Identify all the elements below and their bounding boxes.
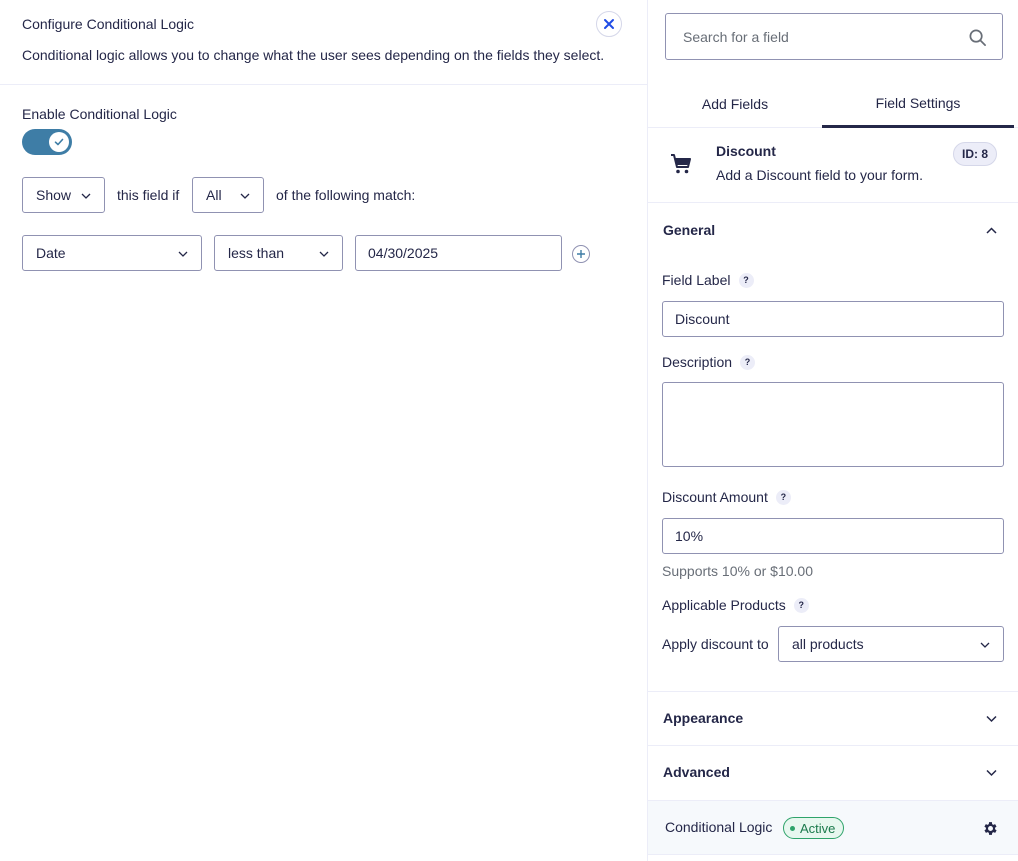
field-info-card: Discount Add a Discount field to your fo…: [648, 128, 1018, 203]
discount-amount-input[interactable]: 10%: [662, 518, 1004, 554]
sidebar-tabs: Add Fields Field Settings: [648, 80, 1018, 128]
rule-operator-select[interactable]: less than: [214, 235, 343, 271]
discount-amount-label: Discount Amount ?: [662, 489, 791, 505]
description-text: Description: [662, 354, 733, 370]
applicable-products-text: Applicable Products: [662, 597, 786, 613]
rule-field-select[interactable]: Date: [22, 235, 202, 271]
panel-header: Configure Conditional Logic Conditional …: [0, 0, 647, 85]
general-section-title: General: [663, 222, 716, 238]
advanced-section-toggle[interactable]: Advanced: [648, 745, 1018, 799]
advanced-section-title: Advanced: [663, 764, 730, 780]
match-select[interactable]: All: [192, 177, 264, 213]
rule-value-input[interactable]: 04/30/2025: [355, 235, 562, 271]
apply-discount-value: all products: [792, 636, 864, 652]
help-icon[interactable]: ?: [738, 272, 754, 288]
description-textarea[interactable]: [662, 382, 1004, 467]
help-icon[interactable]: ?: [740, 354, 756, 370]
discount-amount-value: 10%: [675, 528, 704, 544]
toggle-knob: [49, 132, 69, 152]
description-label: Description ?: [662, 354, 756, 370]
search-placeholder: Search for a field: [683, 28, 789, 45]
search-icon: [969, 29, 986, 46]
plus-icon: [577, 250, 585, 258]
this-field-if-text: this field if: [117, 187, 180, 203]
conditional-logic-panel: Configure Conditional Logic Conditional …: [0, 0, 648, 861]
close-icon: [604, 19, 614, 29]
conditional-logic-bar[interactable]: Conditional Logic Active: [648, 800, 1018, 855]
field-label-value: Discount: [675, 311, 730, 327]
field-id-badge: ID: 8: [953, 142, 998, 166]
field-label-input[interactable]: Discount: [662, 301, 1004, 337]
applicable-products-label: Applicable Products ?: [662, 597, 809, 613]
help-icon[interactable]: ?: [775, 489, 791, 505]
field-type-name: Discount: [716, 143, 776, 159]
cart-icon: [671, 154, 691, 174]
status-text: Active: [800, 820, 836, 836]
general-section-toggle[interactable]: General: [648, 203, 1018, 257]
rule-operator-value: less than: [228, 245, 285, 261]
conditional-logic-label: Conditional Logic: [665, 819, 773, 835]
following-match-text: of the following match:: [276, 187, 416, 203]
chevron-down-icon: [240, 193, 250, 199]
field-label-text: Field Label: [662, 272, 731, 288]
apply-discount-select[interactable]: all products: [778, 626, 1004, 662]
field-label-label: Field Label ?: [662, 272, 754, 288]
check-icon: [54, 138, 64, 146]
chevron-down-icon: [986, 769, 997, 777]
panel-title: Configure Conditional Logic: [22, 16, 194, 32]
apply-discount-label: Apply discount to: [662, 636, 769, 652]
add-rule-button[interactable]: [572, 245, 590, 263]
status-dot: [790, 825, 795, 831]
discount-amount-hint: Supports 10% or $10.00: [662, 563, 813, 579]
rule-field-value: Date: [36, 245, 66, 261]
appearance-section-toggle[interactable]: Appearance: [648, 691, 1018, 745]
appearance-section-title: Appearance: [663, 710, 744, 726]
discount-amount-text: Discount Amount: [662, 489, 768, 505]
panel-description: Conditional logic allows you to change w…: [22, 47, 605, 63]
tab-field-settings[interactable]: Field Settings: [822, 80, 1014, 128]
match-select-value: All: [206, 187, 222, 203]
tab-add-fields[interactable]: Add Fields: [648, 80, 822, 128]
help-icon[interactable]: ?: [793, 597, 809, 613]
chevron-down-icon: [319, 251, 329, 257]
chevron-down-icon: [81, 193, 91, 199]
close-button[interactable]: [596, 11, 622, 37]
field-type-description: Add a Discount field to your form.: [716, 167, 923, 183]
chevron-up-icon: [986, 227, 997, 234]
action-select-value: Show: [36, 187, 72, 203]
rule-value-text: 04/30/2025: [368, 245, 439, 261]
chevron-down-icon: [178, 251, 188, 257]
chevron-down-icon: [986, 715, 997, 723]
enable-conditional-logic-toggle[interactable]: [22, 129, 72, 155]
chevron-down-icon: [980, 642, 990, 648]
enable-conditional-logic-label: Enable Conditional Logic: [22, 106, 177, 122]
field-settings-sidebar: Search for a field Add Fields Field Sett…: [648, 0, 1018, 861]
gear-icon[interactable]: [982, 820, 999, 837]
field-search-input[interactable]: Search for a field: [665, 13, 1003, 60]
action-select[interactable]: Show: [22, 177, 105, 213]
status-badge: Active: [783, 817, 845, 839]
